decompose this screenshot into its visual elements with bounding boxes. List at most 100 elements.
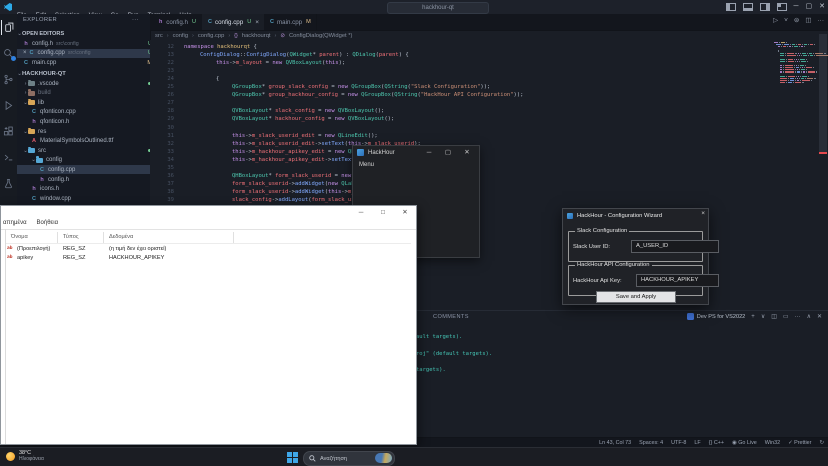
close-icon[interactable]: × [701,210,705,217]
tab-main-cpp[interactable]: Cmain.cppM [264,14,317,30]
breadcrumb-item[interactable]: config [173,33,188,39]
registry-type[interactable]: REG_SZ [63,255,85,261]
start-button[interactable] [287,452,298,463]
registry-name[interactable]: apikey [17,255,33,261]
command-center-search[interactable]: hackhour-qt [387,2,489,14]
registry-pane-divider[interactable] [5,229,6,444]
more-icon[interactable]: ··· [795,314,801,320]
explorer-more-icon[interactable]: ··· [132,17,139,23]
column-header[interactable]: Όνομα [11,234,28,240]
open-editor-item[interactable]: Cmain.cppM [17,58,151,67]
minimize-button[interactable]: ─ [794,2,799,12]
maximize-panel-icon[interactable]: ∧ [807,313,811,320]
open-editors-section[interactable]: ⌄ OPEN EDITORS [17,29,150,38]
tree-item-config[interactable]: ⌄config [17,156,151,165]
tree-item-materialsymbolsoutlined-ttf[interactable]: AMaterialSymbolsOutlined.ttf [17,137,151,146]
source-control-icon[interactable] [1,72,16,87]
breadcrumb-item[interactable]: config.cpp [198,33,224,39]
tree-item-lib[interactable]: ⌄lib [17,98,151,107]
language-mode-status[interactable]: {} C++ [709,440,724,446]
explorer-icon[interactable] [1,20,17,35]
hackhour-menu-item[interactable]: Menu [359,162,374,168]
run-button-icon[interactable]: ▷ [773,16,778,24]
weather-widget[interactable]: 38°C Ηλιοφάνεια [6,450,44,462]
close-button[interactable]: ✕ [397,207,413,218]
close-button[interactable]: ✕ [819,2,825,12]
tree-item-src[interactable]: ⌄src [17,146,151,155]
taskbar-search[interactable]: Αναζήτηση [303,451,395,466]
more-actions-icon[interactable]: ··· [818,17,825,24]
new-terminal-icon[interactable]: + [751,314,755,320]
go-live-status[interactable]: ◉ Go Live [732,440,757,446]
remote-icon[interactable] [1,150,16,165]
tree-item-qfonticon-h[interactable]: hqfonticon.h [17,117,151,126]
maximize-button[interactable]: ▢ [442,147,454,158]
registry-menu-item[interactable]: απημένα [3,220,27,226]
shell-selector[interactable]: Dev PS for VS2022 [687,313,746,320]
minimap[interactable] [772,40,818,310]
search-icon[interactable] [1,46,16,61]
split-terminal-icon[interactable]: ◫ [771,313,777,320]
prettier-status[interactable]: ✓ Prettier [788,440,811,446]
tree-item-icons-h[interactable]: hicons.hU [17,185,151,194]
project-section[interactable]: ⌄ HACKHOUR-QT [17,69,150,78]
maximize-button[interactable]: □ [375,207,391,218]
tree-item--vscode[interactable]: ›.vscode [17,79,151,88]
editor-scrollbar[interactable] [819,34,827,154]
open-editor-item[interactable]: hconfig.hsrc\configU [17,39,151,48]
column-header[interactable]: Τύπος [63,234,79,240]
tab-config-cpp[interactable]: Cconfig.cppU× [202,14,265,30]
hackhour-api-key-input[interactable]: HACKHOUR_APIKEY [636,274,719,287]
tree-item-config-h[interactable]: hconfig.hU [17,175,151,184]
open-changes-icon[interactable]: ⊜ [794,16,799,24]
layout-sidebar-icon[interactable] [726,3,736,11]
tree-item-window-cpp[interactable]: Cwindow.cppU [17,194,151,203]
testing-icon[interactable] [1,176,16,191]
split-editor-icon[interactable]: ◫ [805,16,811,24]
tree-item-config-cpp[interactable]: Cconfig.cppU [17,165,151,174]
save-and-apply-button[interactable]: Save and Apply [596,291,676,303]
terminal-dropdown-icon[interactable]: ∨ [761,313,765,320]
file-name: src [38,148,46,154]
indentation-status[interactable]: Spaces: 4 [639,440,663,446]
minimize-button[interactable]: ─ [423,147,435,158]
run-debug-icon[interactable] [1,98,16,113]
encoding-status[interactable]: UTF-8 [671,440,686,446]
token: this [216,60,229,66]
open-editor-item[interactable]: ×Cconfig.cppsrc\configU [17,49,151,58]
cursor-position-status[interactable]: Ln 43, Col 73 [599,440,631,446]
tab-config-h[interactable]: hconfig.hU [152,14,203,30]
extensions-icon[interactable] [1,124,16,139]
tree-item-build[interactable]: ›build [17,89,151,98]
registry-data[interactable]: (η τιμή δεν έχει οριστεί) [109,246,166,252]
layout-custom-icon[interactable] [777,3,787,11]
breadcrumb-item[interactable]: src [155,33,163,39]
wizard-titlebar[interactable]: HackHour - Configuration Wizard [563,209,708,222]
terminal-line: ault targets). [416,334,462,340]
platform-status[interactable]: Win32 [765,440,780,446]
panel-tab-comments[interactable]: COMMENTS [433,314,469,320]
eol-status[interactable]: LF [694,440,700,446]
tree-item-qfonticon-cpp[interactable]: Cqfonticon.cpp [17,108,151,117]
maximize-button[interactable]: ▢ [806,2,813,12]
sync-status[interactable]: ↻ [819,440,824,446]
close-button[interactable]: ✕ [461,147,473,158]
layout-panel-icon[interactable] [743,3,753,11]
minimize-button[interactable]: ─ [353,207,369,218]
registry-data[interactable]: HACKHOUR_APIKEY [109,255,164,261]
column-header[interactable]: Δεδομένα [109,234,133,240]
kill-terminal-icon[interactable]: ▭ [783,313,789,320]
registry-type[interactable]: REG_SZ [63,246,85,252]
config-wizard-dialog[interactable]: HackHour - Configuration Wizard × Slack … [562,208,709,305]
breadcrumb-item[interactable]: ConfigDialog(QWidget *) [289,33,352,39]
run-dropdown-icon[interactable]: ˅ [784,17,788,24]
breadcrumb-item[interactable]: hackhourqt [242,33,271,39]
close-panel-icon[interactable]: ✕ [817,313,822,320]
registry-menu-item[interactable]: Βοήθεια [37,220,59,226]
registry-name[interactable]: (Προεπιλογή) [17,246,50,252]
registry-editor-window[interactable]: απημέναΒοήθεια ΌνομαΤύποςΔεδομένα ab(Προ… [0,205,417,445]
close-icon[interactable]: × [255,19,259,26]
layout-secondary-icon[interactable] [760,3,770,11]
tree-item-res[interactable]: ⌄res [17,127,151,136]
slack-user-id-input[interactable]: A_USER_ID [631,240,719,253]
